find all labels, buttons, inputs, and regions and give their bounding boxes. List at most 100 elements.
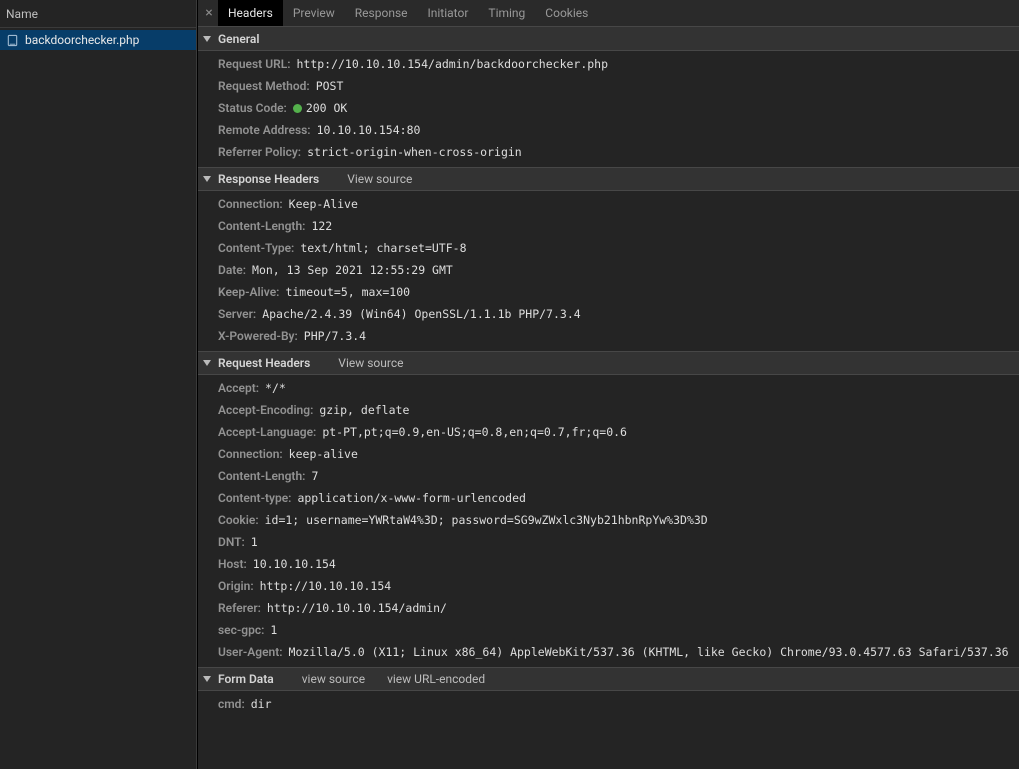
form-data-row: cmd: dir <box>198 693 1019 715</box>
view-url-encoded-link[interactable]: view URL-encoded <box>387 672 485 686</box>
header-row: Accept: */* <box>198 377 1019 399</box>
section-body-general: Request URL:http://10.10.10.154/admin/ba… <box>198 51 1019 167</box>
section-title: Request Headers <box>218 356 310 370</box>
header-key: Referer: <box>218 600 261 616</box>
section-title: General <box>218 32 259 46</box>
header-row: Content-Type:text/html; charset=UTF-8 <box>198 237 1019 259</box>
tab-initiator[interactable]: Initiator <box>418 0 479 26</box>
header-value: 7 <box>311 468 318 484</box>
header-value: 200 OK <box>293 100 348 116</box>
header-key: Referrer Policy: <box>218 144 301 160</box>
header-key: User-Agent: <box>218 644 283 660</box>
header-value: 10.10.10.154 <box>253 556 336 572</box>
details-tabbar: × Headers Preview Response Initiator Tim… <box>198 0 1019 27</box>
header-row: Referer: http://10.10.10.154/admin/ <box>198 597 1019 619</box>
header-key: Date: <box>218 262 246 278</box>
view-source-link[interactable]: view source <box>302 672 365 686</box>
header-value: http://10.10.10.154/admin/backdoorchecke… <box>296 56 608 72</box>
header-value: POST <box>316 78 344 94</box>
close-icon: × <box>205 5 212 21</box>
headers-pane[interactable]: General Request URL:http://10.10.10.154/… <box>198 27 1019 769</box>
header-row: Request Method:POST <box>198 75 1019 97</box>
section-body-request-headers: Accept: */* Accept-Encoding: gzip, deflate… <box>198 375 1019 667</box>
header-row: Content-Length:122 <box>198 215 1019 237</box>
tab-timing[interactable]: Timing <box>478 0 535 26</box>
section-header-general[interactable]: General <box>198 27 1019 51</box>
form-data-value: dir <box>251 696 272 712</box>
header-row: Server: Apache/2.4.39 (Win64) OpenSSL/1.1… <box>198 303 1019 325</box>
header-value: http://10.10.10.154/admin/ <box>267 600 447 616</box>
request-list-item[interactable]: backdoorchecker.php <box>0 30 196 50</box>
tab-response[interactable]: Response <box>345 0 418 26</box>
request-list-item-label: backdoorchecker.php <box>25 33 139 47</box>
section-body-response-headers: Connection:Keep-Alive Content-Length:122… <box>198 191 1019 351</box>
header-key: sec-gpc: <box>218 622 264 638</box>
view-source-link[interactable]: View source <box>347 172 412 186</box>
header-row: Connection:Keep-Alive <box>198 193 1019 215</box>
header-key: DNT: <box>218 534 245 550</box>
header-key: Remote Address: <box>218 122 311 138</box>
tab-headers[interactable]: Headers <box>218 0 283 26</box>
header-row: User-Agent: Mozilla/5.0 (X11; Linux x86_6… <box>198 641 1019 663</box>
disclosure-triangle-icon <box>202 174 212 184</box>
header-key: Origin: <box>218 578 254 594</box>
section-body-form-data: cmd: dir <box>198 691 1019 719</box>
header-value: timeout=5, max=100 <box>285 284 410 300</box>
section-header-form-data[interactable]: Form Data view source view URL-encoded <box>198 667 1019 691</box>
header-row: Connection: keep-alive <box>198 443 1019 465</box>
header-value: pt-PT,pt;q=0.9,en-US;q=0.8,en;q=0.7,fr;q… <box>322 424 627 440</box>
header-value: Mon, 13 Sep 2021 12:55:29 GMT <box>252 262 453 278</box>
header-value: Mozilla/5.0 (X11; Linux x86_64) AppleWeb… <box>289 644 1009 660</box>
header-key: Content-type: <box>218 490 291 506</box>
close-details-button[interactable]: × <box>200 0 218 26</box>
header-value: PHP/7.3.4 <box>304 328 366 344</box>
header-key: Status Code: <box>218 100 287 116</box>
header-value: application/x-www-form-urlencoded <box>297 490 525 506</box>
header-value: 1 <box>270 622 277 638</box>
section-title: Response Headers <box>218 172 319 186</box>
header-value: */* <box>265 380 286 396</box>
header-key: Accept-Encoding: <box>218 402 313 418</box>
header-row: Content-Length: 7 <box>198 465 1019 487</box>
section-header-request-headers[interactable]: Request Headers View source <box>198 351 1019 375</box>
disclosure-triangle-icon <box>202 34 212 44</box>
view-source-link[interactable]: View source <box>338 356 403 370</box>
header-key: Accept: <box>218 380 259 396</box>
form-data-key: cmd: <box>218 696 245 712</box>
sidebar-header-name[interactable]: Name <box>0 0 196 28</box>
header-row: Accept-Language: pt-PT,pt;q=0.9,en-US;q=0… <box>198 421 1019 443</box>
header-key: Accept-Language: <box>218 424 316 440</box>
header-value: Keep-Alive <box>289 196 358 212</box>
status-dot-icon <box>293 104 302 113</box>
header-value: gzip, deflate <box>319 402 409 418</box>
header-value: 10.10.10.154:80 <box>317 122 421 138</box>
disclosure-triangle-icon <box>202 674 212 684</box>
header-row: Host:10.10.10.154 <box>198 553 1019 575</box>
header-value: keep-alive <box>289 446 358 462</box>
header-key: Connection: <box>218 446 283 462</box>
header-value: text/html; charset=UTF-8 <box>300 240 466 256</box>
tab-cookies[interactable]: Cookies <box>535 0 598 26</box>
header-row: Content-type: application/x-www-form-urle… <box>198 487 1019 509</box>
request-list: backdoorchecker.php <box>0 28 196 769</box>
header-key: Keep-Alive: <box>218 284 279 300</box>
header-key: Content-Length: <box>218 468 305 484</box>
header-row: Accept-Encoding: gzip, deflate <box>198 399 1019 421</box>
header-key: Cookie: <box>218 512 259 528</box>
header-key: Content-Length: <box>218 218 305 234</box>
header-row: Referrer Policy:strict-origin-when-cross… <box>198 141 1019 163</box>
disclosure-triangle-icon <box>202 358 212 368</box>
header-value: Apache/2.4.39 (Win64) OpenSSL/1.1.1b PHP… <box>262 306 581 322</box>
header-row: Date: Mon, 13 Sep 2021 12:55:29 GMT <box>198 259 1019 281</box>
request-list-sidebar: Name backdoorchecker.php <box>0 0 197 769</box>
devtools-network-panel: Name backdoorchecker.php × Headers Previ… <box>0 0 1019 769</box>
tab-preview[interactable]: Preview <box>283 0 345 26</box>
header-value: id=1; username=YWRtaW4%3D; password=SG9w… <box>265 512 708 528</box>
header-row: X-Powered-By:PHP/7.3.4 <box>198 325 1019 347</box>
section-header-response-headers[interactable]: Response Headers View source <box>198 167 1019 191</box>
header-key: Server: <box>218 306 256 322</box>
section-title: Form Data <box>218 672 274 686</box>
header-row: Request URL:http://10.10.10.154/admin/ba… <box>198 53 1019 75</box>
header-row: Status Code: 200 OK <box>198 97 1019 119</box>
header-row: Keep-Alive: timeout=5, max=100 <box>198 281 1019 303</box>
